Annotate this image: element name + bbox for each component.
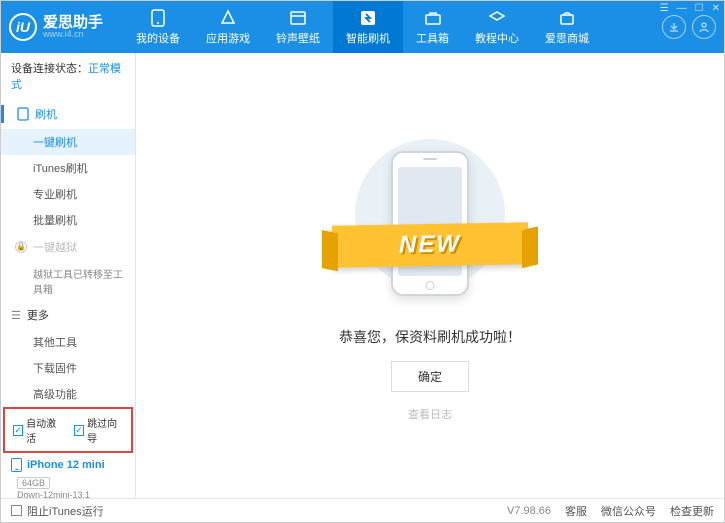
maximize-icon[interactable]: ☐ — [695, 3, 704, 14]
window-controls: ☰ — ☐ ✕ — [660, 3, 720, 14]
footer-wechat[interactable]: 微信公众号 — [601, 503, 656, 519]
wallpaper-icon — [289, 9, 307, 27]
connection-status: 设备连接状态：正常模式 — [1, 53, 135, 99]
device-storage: 64GB — [17, 477, 50, 489]
nav-my-device[interactable]: 我的设备 — [123, 1, 193, 53]
nav-flash[interactable]: 智能刷机 — [333, 1, 403, 53]
check-icon: ✓ — [13, 425, 23, 436]
close-icon[interactable]: ✕ — [712, 3, 720, 14]
logo: iU 爱思助手 www.i4.cn — [9, 13, 103, 41]
menu-icon[interactable]: ☰ — [660, 3, 669, 14]
main-panel: NEW 恭喜您，保资料刷机成功啦！ 确定 查看日志 — [136, 53, 724, 498]
device-info[interactable]: iPhone 12 mini — [1, 453, 135, 477]
sidebar-item-itunes[interactable]: iTunes刷机 — [1, 155, 135, 181]
checkbox-block-itunes[interactable] — [11, 505, 22, 516]
sidebar-item-pro[interactable]: 专业刷机 — [1, 181, 135, 207]
ok-button[interactable]: 确定 — [391, 361, 469, 392]
logo-icon: iU — [9, 13, 37, 41]
store-icon — [558, 9, 576, 27]
sidebar-item-other[interactable]: 其他工具 — [1, 329, 135, 355]
sidebar: 设备连接状态：正常模式 刷机 一键刷机 iTunes刷机 专业刷机 批量刷机 🔒… — [1, 53, 136, 498]
sidebar-item-firmware[interactable]: 下载固件 — [1, 355, 135, 381]
titlebar-actions — [662, 15, 716, 39]
download-button[interactable] — [662, 15, 686, 39]
version-label: V7.98.66 — [507, 505, 551, 517]
footer: 阻止iTunes运行 V7.98.66 客服 微信公众号 检查更新 — [1, 498, 724, 522]
sidebar-group-jailbreak: 🔒一键越狱 — [1, 233, 135, 261]
options-highlight: ✓自动激活 ✓跳过向导 — [3, 407, 133, 453]
lock-icon: 🔒 — [15, 241, 27, 253]
sidebar-group-flash[interactable]: 刷机 — [1, 99, 135, 129]
user-button[interactable] — [692, 15, 716, 39]
phone-icon — [11, 458, 22, 472]
view-log-link[interactable]: 查看日志 — [408, 406, 452, 422]
list-icon: ☰ — [11, 309, 21, 322]
device-icon — [17, 107, 29, 121]
sidebar-group-more[interactable]: ☰更多 — [1, 301, 135, 329]
nav-ringtones[interactable]: 铃声壁纸 — [263, 1, 333, 53]
check-icon: ✓ — [74, 425, 84, 436]
checkbox-auto-activate[interactable]: ✓自动激活 — [13, 415, 62, 445]
minimize-icon[interactable]: — — [677, 3, 687, 14]
main-nav: 我的设备 应用游戏 铃声壁纸 智能刷机 工具箱 教程中心 爱思商城 — [123, 1, 662, 53]
footer-service[interactable]: 客服 — [565, 503, 587, 519]
tutorial-icon — [488, 9, 506, 27]
app-window: ☰ — ☐ ✕ iU 爱思助手 www.i4.cn 我的设备 应用游戏 铃声壁纸… — [0, 0, 725, 523]
toolbox-icon — [424, 9, 442, 27]
apps-icon — [219, 9, 237, 27]
checkbox-skip-guide[interactable]: ✓跳过向导 — [74, 415, 123, 445]
brand-name: 爱思助手 — [43, 15, 103, 30]
sidebar-item-advanced[interactable]: 高级功能 — [1, 381, 135, 407]
brand-url: www.i4.cn — [43, 30, 103, 39]
footer-update[interactable]: 检查更新 — [670, 503, 714, 519]
new-banner: NEW — [332, 222, 528, 267]
block-itunes-label: 阻止iTunes运行 — [27, 503, 104, 519]
success-message: 恭喜您，保资料刷机成功啦！ — [339, 327, 521, 347]
success-illustration: NEW — [340, 139, 520, 309]
sidebar-item-batch[interactable]: 批量刷机 — [1, 207, 135, 233]
nav-toolbox[interactable]: 工具箱 — [403, 1, 462, 53]
nav-apps[interactable]: 应用游戏 — [193, 1, 263, 53]
body: 设备连接状态：正常模式 刷机 一键刷机 iTunes刷机 专业刷机 批量刷机 🔒… — [1, 53, 724, 498]
sidebar-item-oneclick[interactable]: 一键刷机 — [1, 129, 135, 155]
nav-tutorials[interactable]: 教程中心 — [462, 1, 532, 53]
device-model: Down-12mini-13,1 — [1, 489, 135, 498]
titlebar: ☰ — ☐ ✕ iU 爱思助手 www.i4.cn 我的设备 应用游戏 铃声壁纸… — [1, 1, 724, 53]
nav-store[interactable]: 爱思商城 — [532, 1, 602, 53]
jailbreak-note: 越狱工具已转移至工具箱 — [1, 261, 135, 301]
phone-icon — [149, 9, 167, 27]
flash-icon — [359, 9, 377, 27]
